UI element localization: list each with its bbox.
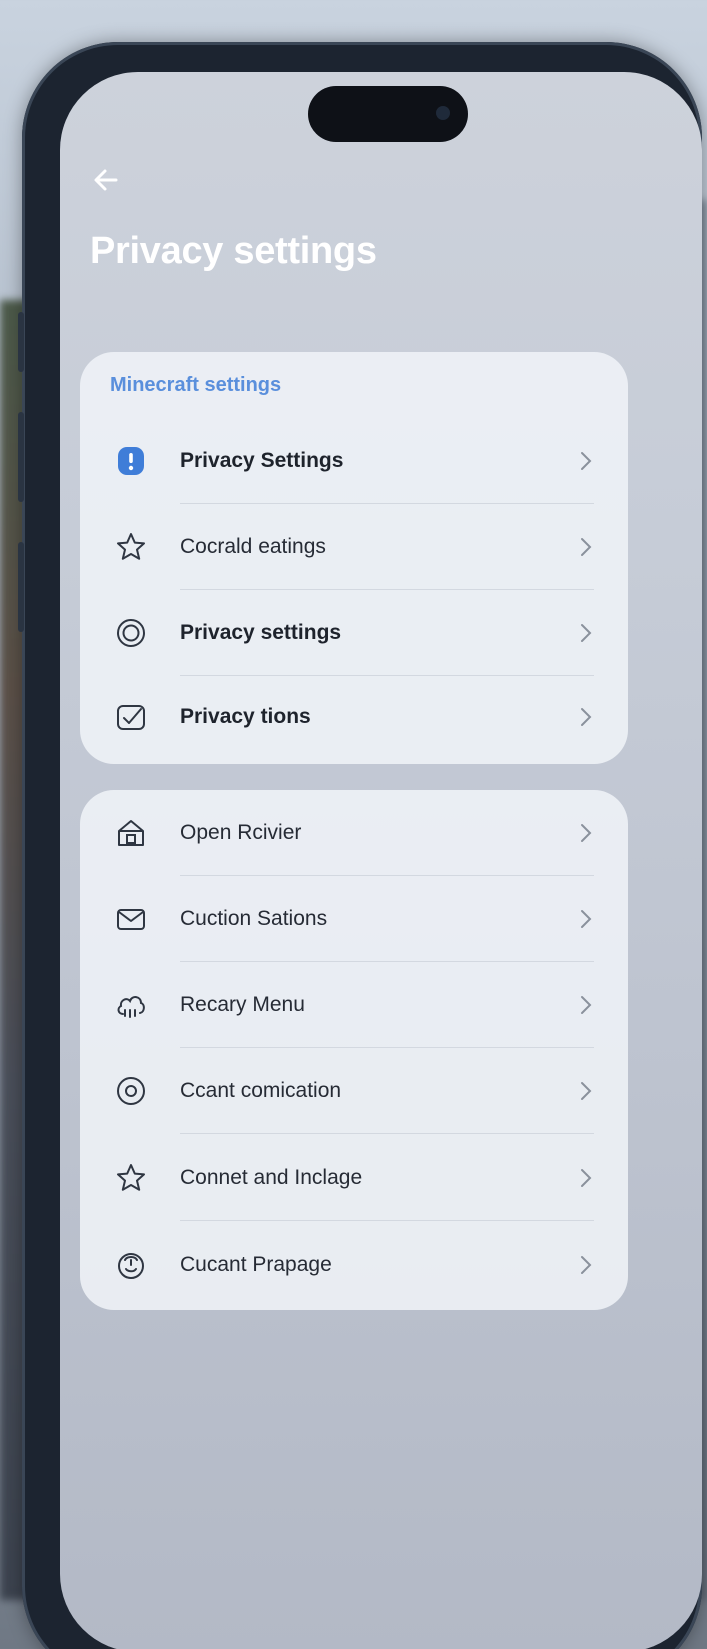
chevron-right-icon <box>578 1079 594 1103</box>
section-title: Minecraft settings <box>110 374 282 396</box>
settings-item-label: Recary Menu <box>180 993 305 1016</box>
face-icon <box>114 1248 148 1282</box>
phone-screen: Privacy settings Minecraft settings Priv… <box>60 72 702 1649</box>
settings-item-cucant-prapage[interactable]: Cucant Prapage <box>80 1222 628 1308</box>
camera-dot <box>436 106 450 120</box>
checkbox-icon <box>114 700 148 734</box>
divider <box>180 1132 594 1134</box>
home-icon <box>114 816 148 850</box>
chevron-right-icon <box>578 1253 594 1277</box>
settings-item-label: Connet and Inclage <box>180 1166 363 1189</box>
settings-item-privacy-settings[interactable]: Privacy Settings <box>80 418 628 504</box>
chevron-right-icon <box>578 907 594 931</box>
settings-group-1: Minecraft settings Privacy Settings Cocr… <box>80 352 628 764</box>
phone-frame: Privacy settings Minecraft settings Priv… <box>18 42 702 1649</box>
circle-icon <box>114 1074 148 1108</box>
side-button <box>18 542 24 632</box>
settings-item-label: Cocrald eatings <box>180 535 326 558</box>
side-button <box>18 412 24 502</box>
settings-item-recary-menu[interactable]: Recary Menu <box>80 962 628 1048</box>
settings-item-label: Ccant comication <box>180 1079 342 1102</box>
page-title: Privacy settings <box>90 230 377 272</box>
alert-shield-icon <box>114 444 148 478</box>
settings-item-label: Privacy settings <box>180 621 342 644</box>
side-button <box>18 312 24 372</box>
settings-item-label: Cuction Sations <box>180 907 328 930</box>
settings-item-privacy-settings-2[interactable]: Privacy settings <box>80 590 628 676</box>
settings-item-label: Open Rcivier <box>180 821 302 844</box>
chevron-right-icon <box>578 821 594 845</box>
settings-group-2: Open Rcivier Cuction Sations Recary Menu… <box>80 790 628 1310</box>
chevron-right-icon <box>578 449 594 473</box>
chevron-right-icon <box>578 535 594 559</box>
star-icon <box>114 1161 148 1195</box>
settings-item-cuction-sations[interactable]: Cuction Sations <box>80 876 628 962</box>
divider <box>180 1219 594 1221</box>
settings-item-ccant-comication[interactable]: Ccant comication <box>80 1048 628 1134</box>
settings-item-cocrald-eatings[interactable]: Cocrald eatings <box>80 504 628 590</box>
cloud-icon <box>114 988 148 1022</box>
chevron-right-icon <box>578 1166 594 1190</box>
dynamic-island <box>308 86 468 142</box>
chevron-right-icon <box>578 993 594 1017</box>
settings-item-open-rcivier[interactable]: Open Rcivier <box>80 790 628 876</box>
settings-item-label: Privacy Settings <box>180 449 344 472</box>
settings-item-privacy-tions[interactable]: Privacy tions <box>80 674 628 760</box>
target-icon <box>114 616 148 650</box>
star-icon <box>114 530 148 564</box>
settings-item-label: Cucant Prapage <box>180 1253 332 1276</box>
mail-icon <box>114 902 148 936</box>
chevron-right-icon <box>578 705 594 729</box>
back-button[interactable] <box>90 164 130 204</box>
settings-item-connet-and-inclage[interactable]: Connet and Inclage <box>80 1135 628 1221</box>
settings-item-label: Privacy tions <box>180 705 311 728</box>
chevron-right-icon <box>578 621 594 645</box>
back-arrow-icon <box>94 169 118 191</box>
